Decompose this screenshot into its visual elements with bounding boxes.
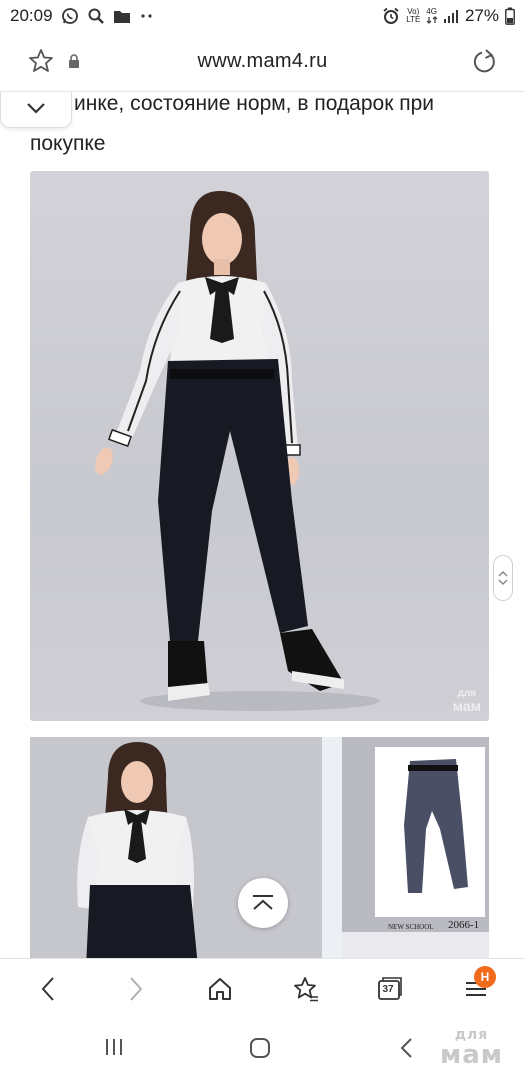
page-content: инке, состояние норм, в подарок при поку…	[0, 92, 525, 958]
status-bar: 20:09 Vo) LTE 4G 27%	[0, 0, 525, 32]
search-icon	[87, 7, 105, 25]
product-photo-main[interactable]: для мам	[30, 171, 489, 721]
post-text-line1: инке, состояние норм, в подарок при	[74, 92, 435, 115]
site-watermark-logo: для мам	[440, 1027, 504, 1070]
tabs-count: 37	[382, 984, 394, 995]
system-home-icon	[250, 1038, 270, 1058]
chevron-down-icon	[26, 101, 46, 119]
collapse-toolbar-button[interactable]	[0, 92, 72, 128]
network-4g-icon: 4G	[426, 8, 437, 24]
home-button[interactable]	[204, 973, 236, 1005]
reload-icon[interactable]	[470, 48, 498, 81]
status-time: 20:09	[10, 6, 53, 25]
more-dots-icon	[139, 12, 155, 20]
whatsapp-icon	[61, 7, 79, 25]
system-back-icon	[400, 1038, 412, 1058]
url-text[interactable]: www.mam4.ru	[0, 50, 525, 73]
catalog-brand: NEW SCHOOL	[388, 923, 434, 931]
folder-icon	[113, 8, 131, 24]
model-photo-illustration	[95, 191, 380, 711]
battery-percent: 27%	[464, 6, 499, 25]
system-home-button[interactable]	[248, 1036, 272, 1065]
back-button[interactable]	[32, 973, 64, 1005]
forward-arrow-icon	[130, 977, 143, 1001]
scroll-to-top-button[interactable]	[238, 878, 288, 928]
scroll-top-icon	[253, 895, 273, 910]
browser-toolbar: 37	[0, 958, 525, 1018]
fast-scroll-handle[interactable]	[493, 555, 513, 601]
address-bar: www.mam4.ru	[0, 32, 525, 92]
chevron-down-small-icon	[498, 579, 508, 586]
volte-icon: Vo) LTE	[406, 7, 421, 24]
menu-notification-badge: H	[474, 966, 496, 988]
catalog-code: 2066-1	[448, 919, 480, 931]
forward-button[interactable]	[120, 973, 152, 1005]
alarm-icon	[382, 7, 400, 25]
recent-apps-button[interactable]	[103, 1036, 125, 1063]
system-back-button[interactable]	[398, 1036, 414, 1065]
chevron-up-icon	[498, 570, 508, 577]
recent-apps-icon	[106, 1039, 122, 1055]
battery-icon	[505, 7, 515, 25]
bookmarks-star-icon	[294, 977, 318, 1002]
bookmarks-button[interactable]	[290, 973, 322, 1005]
post-text-line2: покупке	[30, 132, 106, 155]
home-icon	[209, 978, 231, 1000]
photo-watermark: для мам	[452, 688, 481, 714]
signal-icon	[443, 8, 459, 24]
back-arrow-icon	[41, 977, 54, 1001]
tabs-button[interactable]: 37	[374, 973, 406, 1005]
